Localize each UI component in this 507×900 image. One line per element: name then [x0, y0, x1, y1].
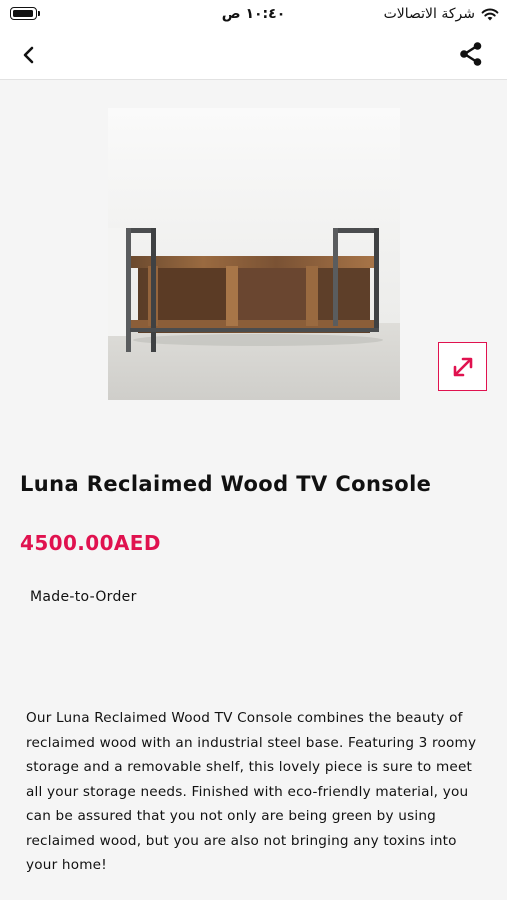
- product-price: 4500.00AED: [20, 531, 161, 555]
- carrier-name: شركة الاتصالات: [383, 6, 475, 22]
- carrier-info: شركة الاتصالات: [384, 6, 499, 22]
- nav-bar: [0, 28, 507, 80]
- share-icon: [460, 42, 482, 66]
- tv-console-illustration: [108, 108, 400, 400]
- expand-arrows-icon: [453, 357, 472, 376]
- status-bar: ١٠:٤٠ ص شركة الاتصالات: [0, 0, 507, 28]
- share-button[interactable]: [455, 38, 487, 70]
- product-title: Luna Reclaimed Wood TV Console: [20, 472, 432, 496]
- product-image[interactable]: [108, 108, 400, 400]
- chevron-left-icon: [23, 46, 34, 64]
- expand-image-button[interactable]: [438, 342, 487, 391]
- availability-label: Made-to-Order: [30, 589, 137, 605]
- back-button[interactable]: [14, 40, 44, 70]
- product-description: Our Luna Reclaimed Wood TV Console combi…: [26, 710, 477, 873]
- wifi-icon: [481, 8, 499, 21]
